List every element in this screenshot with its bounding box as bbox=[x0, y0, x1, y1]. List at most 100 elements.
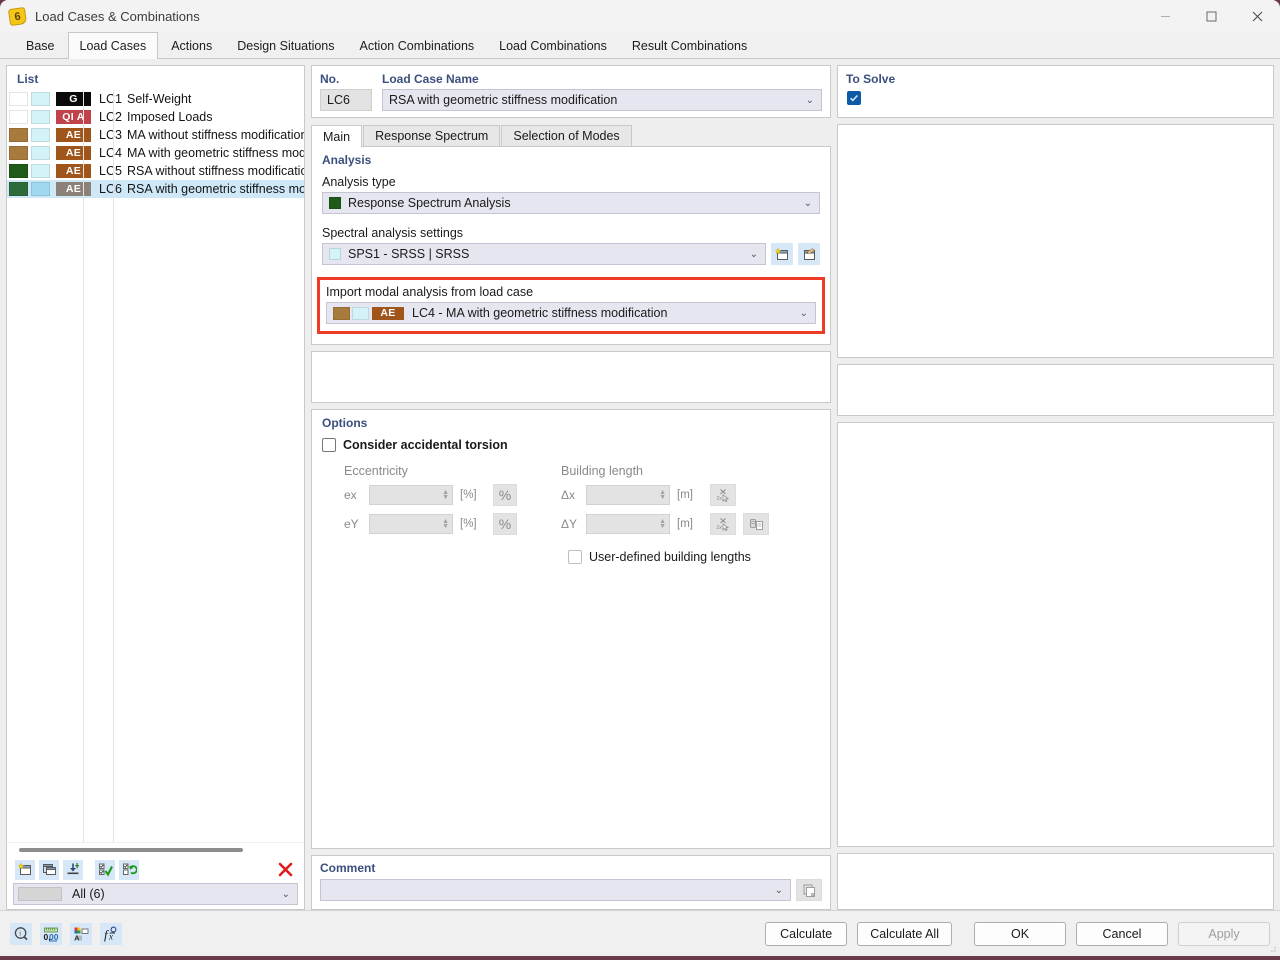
spinner-arrows-icon[interactable]: ▲▼ bbox=[442, 486, 449, 504]
svg-text:2x: 2x bbox=[716, 525, 722, 531]
list-item[interactable]: AE LC5 RSA without stiffness modificatio… bbox=[7, 162, 304, 180]
tab-actions[interactable]: Actions bbox=[159, 32, 224, 58]
app-icon: 6 bbox=[9, 8, 26, 25]
delete-load-case-button[interactable] bbox=[274, 860, 296, 880]
dialog-footer: i 0, 00 A bbox=[0, 910, 1280, 956]
import-modal-analysis-highlight: Import modal analysis from load case AE … bbox=[317, 277, 825, 334]
to-solve-label: To Solve bbox=[838, 66, 1273, 89]
dialog-content: List G LC1 Self-Weight QI A bbox=[0, 59, 1280, 910]
tab-load-cases[interactable]: Load Cases bbox=[68, 32, 159, 59]
maximize-icon[interactable] bbox=[1188, 0, 1234, 32]
formula-button[interactable]: f x bbox=[100, 923, 122, 945]
load-case-name-combo[interactable]: RSA with geometric stiffness modificatio… bbox=[382, 89, 822, 111]
comment-library-button[interactable] bbox=[796, 879, 822, 901]
svg-text:A: A bbox=[74, 935, 79, 942]
app-icon-number: 6 bbox=[8, 6, 27, 25]
building-length-x-row: Δx ▲▼ [m] 2x bbox=[561, 484, 769, 506]
list-item[interactable]: AE LC3 MA without stiffness modification bbox=[7, 126, 304, 144]
close-icon[interactable] bbox=[1234, 0, 1280, 32]
eccentricity-x-input[interactable]: ▲▼ bbox=[369, 485, 453, 505]
chevron-down-icon: ⌄ bbox=[806, 95, 814, 106]
spinner-arrows-icon[interactable]: ▲▼ bbox=[659, 486, 666, 504]
detail-tab-strip: Main Response Spectrum Selection of Mode… bbox=[311, 124, 831, 146]
eccentricity-x-percent-button[interactable]: % bbox=[493, 484, 517, 506]
eccentricity-y-unit: [%] bbox=[460, 518, 486, 530]
eccentricity-group: Eccentricity ex ▲▼ [%] % bbox=[344, 464, 517, 542]
list-item[interactable]: AE LC4 MA with geometric stiffness modif… bbox=[7, 144, 304, 162]
list-filter-combo[interactable]: All (6) ⌄ bbox=[13, 883, 298, 905]
eccentricity-y-percent-button[interactable]: % bbox=[493, 513, 517, 535]
select-nodes-x-button[interactable]: 2x bbox=[710, 484, 736, 506]
tab-response-spectrum[interactable]: Response Spectrum bbox=[363, 125, 500, 146]
row-name: MA with geometric stiffness modification bbox=[127, 146, 304, 160]
new-spectral-settings-button[interactable] bbox=[771, 243, 793, 265]
preview-panel-middle bbox=[837, 364, 1274, 416]
building-length-x-symbol: Δx bbox=[561, 488, 579, 502]
preview-panel-bottom bbox=[837, 853, 1274, 910]
spinner-arrows-icon[interactable]: ▲▼ bbox=[659, 515, 666, 533]
main-row: Main Response Spectrum Selection of Mode… bbox=[311, 124, 1274, 910]
tab-base[interactable]: Base bbox=[14, 32, 67, 58]
load-cases-dialog: 6 Load Cases & Combinations Base Load Ca… bbox=[0, 0, 1280, 956]
user-defined-building-lengths-row[interactable]: User-defined building lengths bbox=[568, 550, 820, 564]
building-length-x-unit: [m] bbox=[677, 489, 703, 501]
calculate-all-button[interactable]: Calculate All bbox=[857, 922, 952, 946]
copy-lengths-button[interactable] bbox=[743, 513, 769, 535]
import-load-case-button[interactable] bbox=[63, 860, 83, 880]
cancel-button[interactable]: Cancel bbox=[1076, 922, 1168, 946]
list-horizontal-scrollbar[interactable] bbox=[7, 842, 304, 856]
select-nodes-y-button[interactable]: 2x bbox=[710, 513, 736, 535]
ok-button[interactable]: OK bbox=[974, 922, 1066, 946]
building-length-y-symbol: ΔY bbox=[561, 517, 579, 531]
row-name: MA without stiffness modification bbox=[127, 128, 304, 142]
list-item[interactable]: QI A LC2 Imposed Loads bbox=[7, 108, 304, 126]
copy-load-case-button[interactable] bbox=[39, 860, 59, 880]
select-all-button[interactable] bbox=[95, 860, 115, 880]
load-case-list[interactable]: G LC1 Self-Weight QI A LC2 Imposed Loads bbox=[7, 90, 304, 842]
row-color-swatch-2 bbox=[31, 110, 50, 124]
calculate-button[interactable]: Calculate bbox=[765, 922, 847, 946]
units-button[interactable]: 0, 00 bbox=[40, 923, 62, 945]
building-length-x-input[interactable]: ▲▼ bbox=[586, 485, 670, 505]
eccentricity-y-input[interactable]: ▲▼ bbox=[369, 514, 453, 534]
list-item-selected[interactable]: AE LC6 RSA with geometric stiffness modi… bbox=[7, 180, 304, 198]
row-name: Self-Weight bbox=[127, 92, 304, 106]
tab-load-combinations[interactable]: Load Combinations bbox=[487, 32, 619, 58]
edit-spectral-settings-button[interactable] bbox=[798, 243, 820, 265]
import-modal-analysis-combo[interactable]: AE LC4 - MA with geometric stiffness mod… bbox=[326, 302, 816, 324]
spinner-arrows-icon[interactable]: ▲▼ bbox=[442, 515, 449, 533]
minimize-icon[interactable] bbox=[1142, 0, 1188, 32]
consider-accidental-torsion-row[interactable]: Consider accidental torsion bbox=[322, 438, 820, 452]
consider-accidental-torsion-checkbox[interactable] bbox=[322, 438, 336, 452]
user-defined-building-lengths-checkbox[interactable] bbox=[568, 550, 582, 564]
building-length-group: Building length Δx ▲▼ [m] bbox=[561, 464, 769, 542]
resize-grip-icon[interactable] bbox=[1267, 943, 1277, 953]
apply-button: Apply bbox=[1178, 922, 1270, 946]
row-color-swatch-2 bbox=[31, 146, 50, 160]
building-length-y-input[interactable]: ▲▼ bbox=[586, 514, 670, 534]
tab-design-situations[interactable]: Design Situations bbox=[225, 32, 346, 58]
comment-input[interactable]: ⌄ bbox=[320, 879, 791, 901]
row-color-swatch-1 bbox=[9, 128, 28, 142]
row-color-swatch-2 bbox=[31, 128, 50, 142]
new-load-case-button[interactable] bbox=[15, 860, 35, 880]
preview-panel-main bbox=[837, 422, 1274, 847]
tab-selection-of-modes[interactable]: Selection of Modes bbox=[501, 125, 631, 146]
header-row: No. LC6 Load Case Name RSA with geometri… bbox=[311, 65, 1274, 118]
analysis-type-label: Analysis type bbox=[322, 175, 820, 189]
spectral-settings-combo[interactable]: SPS1 - SRSS | SRSS ⌄ bbox=[322, 243, 766, 265]
invert-selection-button[interactable] bbox=[119, 860, 139, 880]
load-case-name-value: RSA with geometric stiffness modificatio… bbox=[389, 93, 617, 107]
tab-action-combinations[interactable]: Action Combinations bbox=[348, 32, 487, 58]
tab-main[interactable]: Main bbox=[311, 125, 362, 147]
row-color-swatch-2 bbox=[31, 164, 50, 178]
list-item[interactable]: G LC1 Self-Weight bbox=[7, 90, 304, 108]
to-solve-checkbox[interactable] bbox=[847, 91, 861, 105]
list-title: List bbox=[7, 66, 304, 90]
display-properties-button[interactable]: A bbox=[70, 923, 92, 945]
preview-column bbox=[837, 124, 1274, 910]
analysis-type-combo[interactable]: Response Spectrum Analysis ⌄ bbox=[322, 192, 820, 214]
info-button[interactable]: i bbox=[10, 923, 32, 945]
row-color-swatch-1 bbox=[9, 110, 28, 124]
tab-result-combinations[interactable]: Result Combinations bbox=[620, 32, 759, 58]
